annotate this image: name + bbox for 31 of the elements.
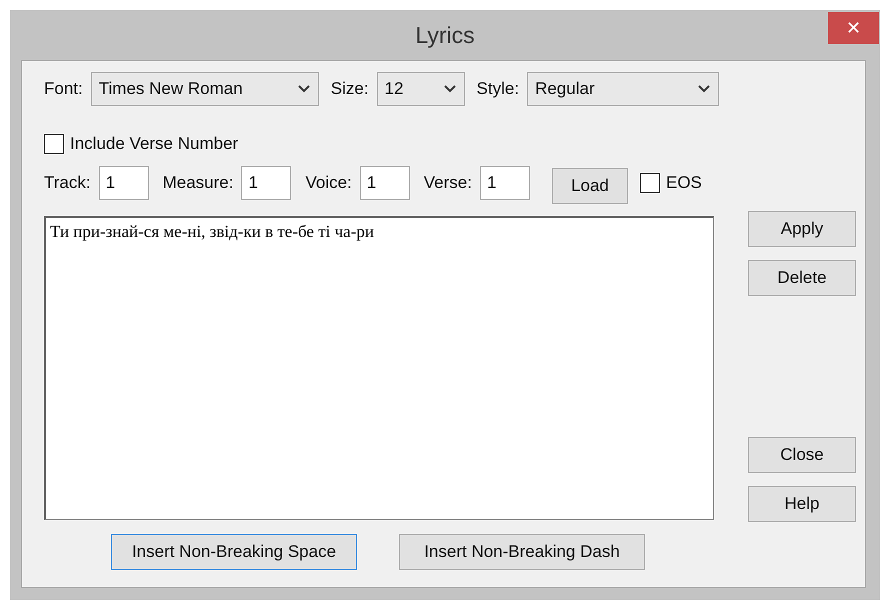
checkbox-label: Include Verse Number: [70, 134, 238, 154]
field-label: Size:: [330, 79, 369, 99]
field-label: Voice:: [305, 173, 352, 193]
dropdown[interactable]: 12: [376, 72, 465, 106]
load-button[interactable]: Load: [552, 168, 628, 204]
input-field[interactable]: 1: [360, 166, 410, 200]
dialog-button[interactable]: Apply: [748, 211, 856, 247]
insert-button[interactable]: Insert Non-Breaking Space: [111, 534, 357, 570]
dialog-button[interactable]: Help: [748, 486, 856, 522]
field-label: Measure:: [162, 173, 234, 193]
dialog-button[interactable]: Delete: [748, 260, 856, 296]
field-label: Font:: [44, 79, 83, 99]
checkbox[interactable]: [44, 134, 64, 154]
dropdown[interactable]: Regular: [527, 72, 720, 106]
input-field[interactable]: 1: [480, 166, 530, 200]
field-label: Track:: [44, 173, 91, 193]
chevron-down-icon: [698, 85, 710, 93]
input-field[interactable]: 1: [241, 166, 292, 200]
field-label: Verse:: [424, 173, 472, 193]
insert-button[interactable]: Insert Non-Breaking Dash: [399, 534, 645, 570]
close-button[interactable]: ✕: [828, 12, 879, 44]
chevron-down-icon: [298, 85, 310, 93]
lyrics-text-area[interactable]: Ти при-знай-ся ме-ні, звід-ки в те-бе ті ча-ри: [44, 216, 714, 520]
dialog-button[interactable]: Close: [748, 437, 856, 473]
field-label: Style:: [476, 79, 520, 99]
chevron-down-icon: [444, 85, 456, 93]
checkbox-label: EOS: [666, 173, 702, 193]
checkbox[interactable]: [640, 173, 660, 193]
window-title: Lyrics: [415, 22, 475, 48]
dropdown[interactable]: Times New Roman: [90, 72, 319, 106]
input-field[interactable]: 1: [98, 166, 149, 200]
